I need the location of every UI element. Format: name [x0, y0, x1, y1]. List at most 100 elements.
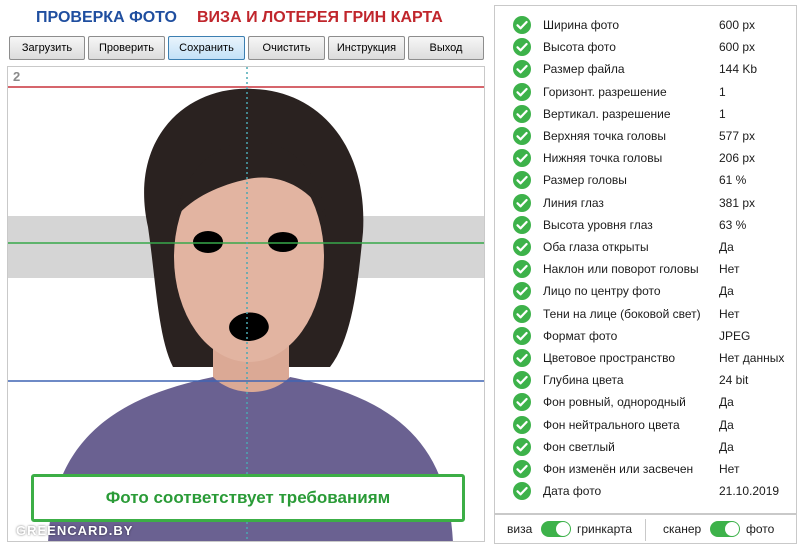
- check-value: 577 px: [719, 129, 756, 143]
- check-value: 1: [719, 84, 726, 99]
- check-value: 206 px: [719, 151, 756, 166]
- check-ok-icon: [513, 326, 531, 345]
- check-row: Ширина фото 600 px: [495, 14, 796, 36]
- check-value: 21.10.2019: [719, 484, 780, 499]
- check-ok-icon: [513, 215, 531, 234]
- check-value: 24 bit: [719, 373, 749, 388]
- check-ok-icon: [513, 104, 531, 123]
- check-value: 61 %: [719, 173, 747, 188]
- check-value: Нет данных: [719, 351, 785, 365]
- check-ok-icon: [513, 437, 531, 456]
- check-value: 1: [719, 106, 726, 121]
- source-toggle-knob: [725, 522, 739, 536]
- left-eye-mask: [193, 231, 223, 253]
- check-label: Глубина цвета: [543, 373, 624, 388]
- check-value: 600 px: [719, 40, 756, 55]
- check-label: Нижняя точка головы: [543, 151, 663, 166]
- check-row: Верхняя точка головы 577 px: [495, 125, 796, 147]
- toolbar: Загрузить Проверить Сохранить Очистить И…: [9, 36, 484, 60]
- check-ok-icon: [513, 149, 531, 168]
- check-label: Фон изменён или засвечен: [543, 462, 694, 476]
- check-label: Фон ровный, однородный: [543, 395, 686, 410]
- source-toggle[interactable]: [710, 521, 740, 537]
- check-row: Высота фото 600 px: [495, 36, 796, 58]
- check-label: Формат фото: [543, 328, 618, 343]
- check-label: Размер файла: [543, 62, 625, 77]
- check-label: Дата фото: [543, 484, 602, 499]
- check-row: Глубина цвета 24 bit: [495, 369, 796, 391]
- check-value: Да: [719, 284, 734, 299]
- clear-button[interactable]: Очистить: [248, 36, 325, 60]
- check-button[interactable]: Проверить: [88, 36, 165, 60]
- check-value: Да: [719, 417, 734, 432]
- mode-right-label: гринкарта: [577, 522, 633, 536]
- check-label: Лицо по центру фото: [543, 284, 661, 299]
- check-row: Фон нейтрального цвета Да: [495, 414, 796, 436]
- site-watermark: GREENCARD.BY: [16, 523, 134, 538]
- instructions-button[interactable]: Инструкция: [328, 36, 405, 60]
- verdict-banner: Фото соответствует требованиям: [31, 474, 465, 522]
- load-button[interactable]: Загрузить: [9, 36, 85, 60]
- check-row: Линия глаз 381 px: [495, 192, 796, 214]
- check-ok-icon: [513, 127, 531, 145]
- source-right-label: фото: [746, 522, 775, 536]
- check-ok-icon: [513, 16, 531, 34]
- check-value: Да: [719, 240, 734, 254]
- right-eye-mask: [268, 232, 298, 252]
- mode-toggle-knob: [556, 522, 570, 536]
- check-row: Горизонт. разрешение 1: [495, 81, 796, 103]
- photo-index: 2: [13, 69, 21, 84]
- app-header: ПРОВЕРКА ФОТО ВИЗА И ЛОТЕРЕЯ ГРИН КАРТА: [0, 8, 490, 30]
- check-row: Вертикал. разрешение 1: [495, 103, 796, 125]
- check-row: Фон светлый Да: [495, 436, 796, 458]
- check-label: Ширина фото: [543, 18, 620, 32]
- check-ok-icon: [513, 393, 531, 412]
- check-value: Нет: [719, 306, 740, 321]
- check-ok-icon: [513, 282, 531, 301]
- check-ok-icon: [513, 193, 531, 212]
- save-button[interactable]: Сохранить: [168, 36, 245, 60]
- check-label: Горизонт. разрешение: [543, 84, 667, 99]
- photo-preview[interactable]: 2 Фото соответствует требованиям GREENCA…: [7, 66, 485, 542]
- check-ok-icon: [513, 415, 531, 434]
- check-value: Да: [719, 439, 734, 454]
- check-label: Цветовое пространство: [543, 351, 676, 365]
- check-value: Да: [719, 395, 734, 410]
- check-label: Высота уровня глаз: [543, 217, 653, 232]
- check-ok-icon: [513, 460, 531, 478]
- check-ok-icon: [513, 260, 531, 279]
- check-row: Высота уровня глаз 63 %: [495, 214, 796, 236]
- check-label: Оба глаза открыты: [543, 240, 649, 254]
- check-row: Тени на лице (боковой свет) Нет: [495, 303, 796, 325]
- portrait-canvas: [8, 67, 484, 541]
- check-ok-icon: [513, 304, 531, 323]
- check-value: 381 px: [719, 195, 756, 210]
- check-ok-icon: [513, 371, 531, 390]
- check-row: Наклон или поворот головы Нет: [495, 258, 796, 280]
- check-ok-icon: [513, 82, 531, 101]
- check-row: Нижняя точка головы 206 px: [495, 147, 796, 169]
- check-ok-icon: [513, 238, 531, 256]
- check-row: Размер головы 61 %: [495, 169, 796, 191]
- check-value: 600 px: [719, 18, 756, 32]
- check-row: Размер файла 144 Kb: [495, 58, 796, 80]
- check-value: 144 Kb: [719, 62, 758, 77]
- checks-panel: Ширина фото 600 px Высота фото 600 px Размер…: [494, 5, 797, 514]
- check-row: Фон изменён или засвечен Нет: [495, 458, 796, 480]
- source-left-label: сканер: [663, 522, 702, 536]
- check-row: Дата фото 21.10.2019: [495, 480, 796, 502]
- check-label: Наклон или поворот головы: [543, 262, 699, 277]
- check-row: Формат фото JPEG: [495, 325, 796, 347]
- check-label: Фон нейтрального цвета: [543, 417, 680, 432]
- check-ok-icon: [513, 171, 531, 190]
- mode-toggle[interactable]: [541, 521, 571, 537]
- check-label: Вертикал. разрешение: [543, 106, 671, 121]
- app-title: ПРОВЕРКА ФОТО: [36, 9, 177, 26]
- check-ok-icon: [513, 60, 531, 79]
- switch-divider: [645, 519, 646, 541]
- check-row: Фон ровный, однородный Да: [495, 391, 796, 413]
- check-label: Верхняя точка головы: [543, 129, 667, 143]
- check-row: Оба глаза открыты Да: [495, 236, 796, 258]
- exit-button[interactable]: Выход: [408, 36, 484, 60]
- check-label: Линия глаз: [543, 195, 604, 210]
